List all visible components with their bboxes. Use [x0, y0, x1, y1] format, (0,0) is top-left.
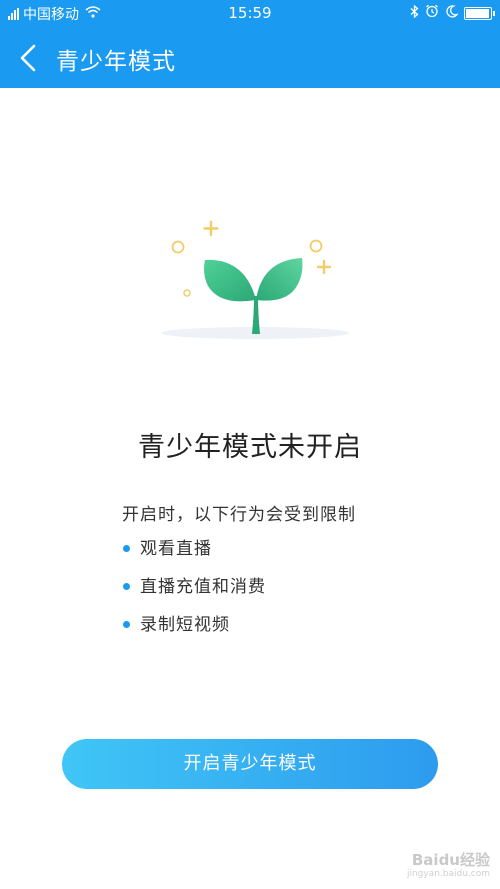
restriction-label: 直播充值和消费 [140, 577, 266, 597]
sprout-illustration [161, 220, 349, 339]
restriction-list: 观看直播 直播充值和消费 录制短视频 [122, 537, 266, 651]
watermark: Baidu经验 jingyan.baidu.com [407, 853, 490, 881]
sprout-stem [252, 296, 260, 334]
status-bar: 中国移动 15:59 [0, 0, 500, 28]
battery-icon [464, 6, 495, 20]
bullet-dot-icon [123, 621, 130, 628]
back-button[interactable] [12, 38, 48, 78]
status-right [410, 4, 495, 22]
bluetooth-icon [410, 4, 419, 22]
bullet-dot-icon [123, 583, 130, 590]
alarm-icon [425, 4, 439, 22]
mode-status-title: 青少年模式未开启 [138, 432, 362, 463]
sparkle-plus-top [203, 220, 219, 237]
left-leaf [204, 259, 256, 302]
moon-icon [445, 4, 459, 22]
enable-teen-mode-button[interactable]: 开启青少年模式 [62, 739, 438, 789]
nav-bar: 青少年模式 [0, 28, 500, 88]
page-title: 青少年模式 [56, 49, 176, 75]
battery-fill [466, 8, 490, 18]
sparkle-plus-right [316, 259, 332, 275]
bullet-dot-icon [123, 545, 130, 552]
sparkle-circle-left [171, 240, 185, 254]
right-leaf [256, 258, 303, 301]
restriction-label: 观看直播 [140, 539, 212, 559]
restriction-label: 录制短视频 [140, 615, 230, 635]
list-item: 直播充值和消费 [122, 575, 266, 613]
list-item: 录制短视频 [122, 613, 266, 651]
chevron-left-icon [20, 44, 36, 72]
watermark-url: jingyan.baidu.com [406, 869, 490, 879]
sparkle-circle-right [309, 239, 323, 253]
list-item: 观看直播 [122, 537, 266, 575]
restriction-intro: 开启时，以下行为会受到限制 [122, 505, 356, 525]
sparkle-dot [183, 289, 191, 297]
top-bar: 中国移动 15:59 青少年模式 [0, 0, 500, 88]
